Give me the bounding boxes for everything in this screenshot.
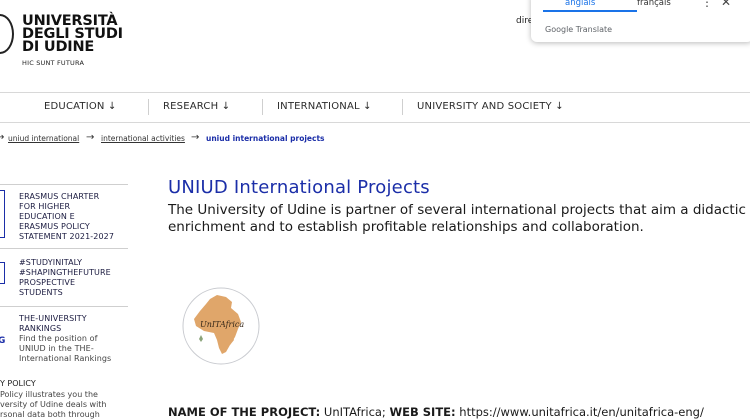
sidebar-item-rankings-desc-2: UNIUD in the THE-: [19, 344, 94, 353]
breadcrumb-international-activities[interactable]: international activities: [101, 134, 185, 143]
sidebar-divider: [0, 306, 128, 307]
privacy-policy-line-1: Policy illustrates you the: [0, 390, 98, 399]
unitafrica-logo[interactable]: UnITAfrica: [180, 285, 262, 367]
page-intro: The University of Udine is partner of se…: [168, 202, 746, 235]
nav-divider-bottom: [0, 122, 750, 123]
sidebar-item-erasmus-charter[interactable]: ERASMUS CHARTER FOR HIGHER EDUCATION E E…: [19, 192, 114, 242]
privacy-policy-line-3: rsonal data both through: [0, 410, 100, 419]
sidebar-item-rankings-line-1: THE-UNIVERSITY: [19, 314, 87, 323]
breadcrumb-arrow-icon: →: [86, 132, 95, 143]
sidebar-item-study-line-4: STUDENTS: [19, 288, 63, 297]
google-translate-brand: Google Translate: [545, 25, 613, 34]
breadcrumb-arrow-icon: →: [191, 132, 200, 143]
unitafrica-logo-text: UnITAfrica: [200, 320, 245, 329]
sidebar-item-rankings-desc-3: International Rankings: [19, 354, 112, 363]
translate-tab-indicator: [543, 10, 637, 12]
breadcrumb-arrow-icon: →: [0, 132, 5, 143]
rankings-icon: G: [0, 336, 6, 346]
more-options-icon[interactable]: ⋮: [701, 0, 713, 9]
sidebar-item-study-in-italy[interactable]: #STUDYINITALY #SHAPINGTHEFUTURE PROSPECT…: [19, 258, 111, 298]
sidebar-item-erasmus-line-3: EDUCATION E: [19, 212, 75, 221]
nav-divider-top: [0, 92, 750, 93]
page-title: UNIUD International Projects: [168, 177, 430, 198]
project-name-label: NAME OF THE PROJECT:: [168, 405, 321, 419]
privacy-policy-title[interactable]: Y POLICY: [0, 379, 36, 388]
sidebar-item-rankings[interactable]: THE-UNIVERSITY RANKINGS Find the positio…: [19, 314, 111, 364]
web-site-link[interactable]: https://www.unitafrica.it/en/unitafrica-…: [459, 405, 704, 419]
erasmus-icon: [0, 190, 5, 238]
sidebar-divider: [0, 184, 128, 185]
sidebar-item-study-line-3: PROSPECTIVE: [19, 278, 76, 287]
university-name-line-3[interactable]: DI UDINE: [22, 40, 94, 55]
sidebar-item-study-line-2: #SHAPINGTHEFUTURE: [19, 268, 111, 277]
monitor-icon: [0, 262, 5, 284]
translate-tab-french[interactable]: français: [637, 0, 671, 8]
nav-item-university-and-society[interactable]: UNIVERSITY AND SOCIETY ↓: [417, 101, 564, 112]
privacy-policy-line-2: versity of Udine deals with: [0, 400, 107, 409]
nav-item-research[interactable]: RESEARCH ↓: [163, 101, 230, 112]
sidebar-item-study-line-1: #STUDYINITALY: [19, 258, 83, 267]
sidebar-item-erasmus-line-2: FOR HIGHER: [19, 202, 71, 211]
sidebar-item-rankings-desc-1: Find the position of: [19, 334, 98, 343]
google-translate-popup: anglais français ⋮ ✕ Google Translate: [531, 0, 750, 42]
nav-separator: [402, 99, 403, 115]
project-name-value: UnITAfrica;: [323, 405, 386, 419]
nav-separator: [262, 99, 263, 115]
translate-tab-english[interactable]: anglais: [565, 0, 595, 8]
university-motto: HIC SUNT FUTURA: [22, 59, 85, 67]
close-icon[interactable]: ✕: [721, 0, 731, 9]
web-site-label: WEB SITE:: [389, 405, 456, 419]
privacy-policy-text: Policy illustrates you the versity of Ud…: [0, 390, 128, 420]
breadcrumb-current-page: uniud international projects: [206, 134, 325, 143]
nav-item-international[interactable]: INTERNATIONAL ↓: [277, 101, 372, 112]
nav-separator: [148, 99, 149, 115]
sidebar-item-rankings-line-2: RANKINGS: [19, 324, 62, 333]
nav-item-education[interactable]: EDUCATION ↓: [44, 101, 117, 112]
university-seal-icon[interactable]: [0, 14, 14, 54]
sidebar-divider: [0, 248, 128, 249]
sidebar-item-erasmus-line-1: ERASMUS CHARTER: [19, 192, 100, 201]
sidebar-item-erasmus-line-5: STATEMENT 2021-2027: [19, 232, 115, 241]
project-info-line: NAME OF THE PROJECT: UnITAfrica; WEB SIT…: [168, 405, 704, 419]
sidebar-item-erasmus-line-4: ERASMUS POLICY: [19, 222, 90, 231]
breadcrumb-uniud-international[interactable]: uniud international: [8, 134, 79, 143]
